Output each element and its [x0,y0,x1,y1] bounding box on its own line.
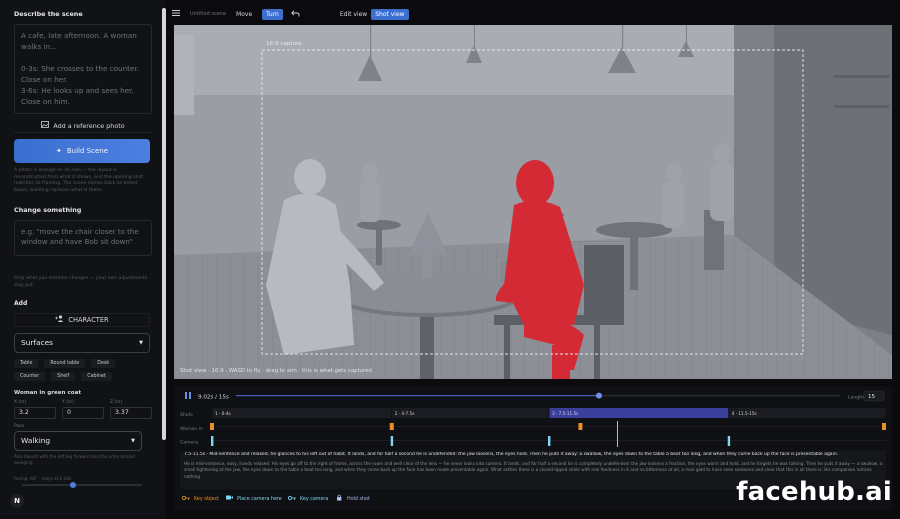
scrub-handle[interactable] [596,392,603,399]
add-person-icon [55,315,64,324]
build-hint: A photo is enough on its own — the layou… [14,168,144,193]
change-input[interactable]: e.g. "move the chair closer to the windo… [14,220,152,257]
watermark-logo: facehub.ai [736,477,892,507]
row-label-camera: Camera [180,440,198,446]
position-fields: X (m) 3.2 Y (m) 0 Z (m) 3.37 [14,400,154,419]
shot-block-label: 3 · 7.5-11.5s [552,411,578,416]
shot-title: 7.5-11.5s · Mid-sentence and relaxed, he… [184,452,839,457]
woman-keyframe[interactable] [882,423,886,430]
woman-keyframe[interactable] [578,423,583,430]
surface-item-counter[interactable]: Counter [14,371,46,381]
surface-items: Table Round table Desk Counter Shelf Cab… [14,358,134,381]
facing-label: Facing -40° · stays at 0.43s [14,475,72,481]
surface-item-cabinet[interactable]: Cabinet [81,371,112,381]
build-scene-button[interactable]: ✦ Build Scene [14,139,150,163]
move-button[interactable]: Move [232,9,256,20]
add-label: Add [14,299,28,307]
surface-item-table[interactable]: Table [14,358,39,368]
add-reference-photo-label: Add a reference photo [53,121,125,130]
woman-keyframe[interactable] [389,423,394,430]
surface-item-shelf[interactable]: Shelf [51,371,76,381]
describe-title: Describe the scene [14,10,83,18]
add-character-button[interactable]: CHARACTER [14,312,150,327]
hamburger-menu-icon[interactable] [172,10,180,18]
surfaces-value: Surfaces [21,338,54,348]
shot-block[interactable] [212,408,392,418]
edit-view-button[interactable]: Edit view [336,9,371,20]
sparkle-icon: ✦ [55,147,62,155]
sidebar: Describe the scene A cafe, late afternoo… [0,0,166,519]
key-object-label: Key object [194,496,219,502]
hold-shot-label: Hold shot [347,496,370,502]
chevron-down-icon: ▼ [131,437,135,444]
x-field[interactable]: 3.2 [14,406,56,419]
chevron-down-icon: ▼ [139,339,143,346]
shot-block-label: 1 · 0-4s [215,411,231,416]
x-label: X (m) [14,399,27,405]
left-wall-panel [174,35,194,115]
add-reference-photo-button[interactable]: Add a reference photo [14,119,152,133]
sidebar-scrollbar[interactable] [162,8,166,440]
row-label-shots: Shots [180,412,193,418]
key-camera-label: Key camera [300,496,328,502]
add-character-label: CHARACTER [68,315,109,324]
facing-slider-handle[interactable] [70,481,76,488]
selected-object-title: Woman in green coat [14,389,82,396]
camera-keyframe[interactable] [727,436,731,446]
pose-select[interactable]: Walking ▼ [14,430,142,451]
pose-value: Walking [21,436,51,446]
row-label-woman: Woman in [180,426,203,432]
z-field[interactable]: 3.37 [110,406,152,419]
length-value: 15 [868,394,876,400]
scrub-progress [236,395,600,397]
change-hint: Only what you mention changes — your own… [14,276,148,288]
wall-shelf [834,105,889,108]
app-logo[interactable]: N [10,494,24,508]
shot-block-label: 2 · 4-7.5s [395,411,415,416]
change-title: Change something [14,206,82,215]
image-icon [41,121,50,130]
undo-icon[interactable] [291,9,300,19]
capture-label: 16:9 capture [266,41,302,47]
build-scene-label: Build Scene [66,147,108,155]
viewport-status: Shot view · 16:9 · WASD to fly · drag to… [180,368,372,374]
scene-description-input[interactable]: A cafe, late afternoon. A woman walks in… [14,24,152,114]
shot-block[interactable] [392,408,549,418]
scene-name[interactable]: Untitled scene [190,11,226,17]
camera-keyframe[interactable] [548,436,551,446]
pose-hint: Also blends with the left leg forward an… [14,453,135,466]
y-field[interactable]: 0 [62,406,104,419]
woman-keyframe[interactable] [210,423,214,430]
playhead-line [617,421,618,447]
y-label: Y (m) [62,399,74,405]
length-label: Length [848,395,864,401]
time-readout: 9.02s / 15s [198,395,229,401]
shot-block-label: 4 · 11.5-15s [732,411,757,416]
facing-slider[interactable] [22,481,142,488]
turn-button[interactable]: Turn [262,8,283,20]
z-label: Z (m) [110,399,123,405]
wall-shelf [834,75,889,78]
camera-keyframe[interactable] [211,436,214,446]
app-window: Describe the scene A cafe, late afternoo… [0,0,900,519]
scene-render[interactable]: 16:9 capture Shot view · 16:9 · WASD to … [174,25,892,379]
surface-item-desk[interactable]: Desk [91,358,116,368]
pose-label: Pose [14,423,25,429]
scene-viewport[interactable]: 16:9 capture Shot view · 16:9 · WASD to … [174,25,892,379]
surfaces-select[interactable]: Surfaces ▼ [14,332,150,353]
place-camera-label: Place camera here [237,496,282,502]
surface-item-round-table[interactable]: Round table [44,358,86,368]
shot-view-button[interactable]: Shot view [371,8,409,20]
toolbar: Untitled scene Move Turn Edit view Shot … [172,6,409,22]
camera-keyframe[interactable] [390,436,394,446]
